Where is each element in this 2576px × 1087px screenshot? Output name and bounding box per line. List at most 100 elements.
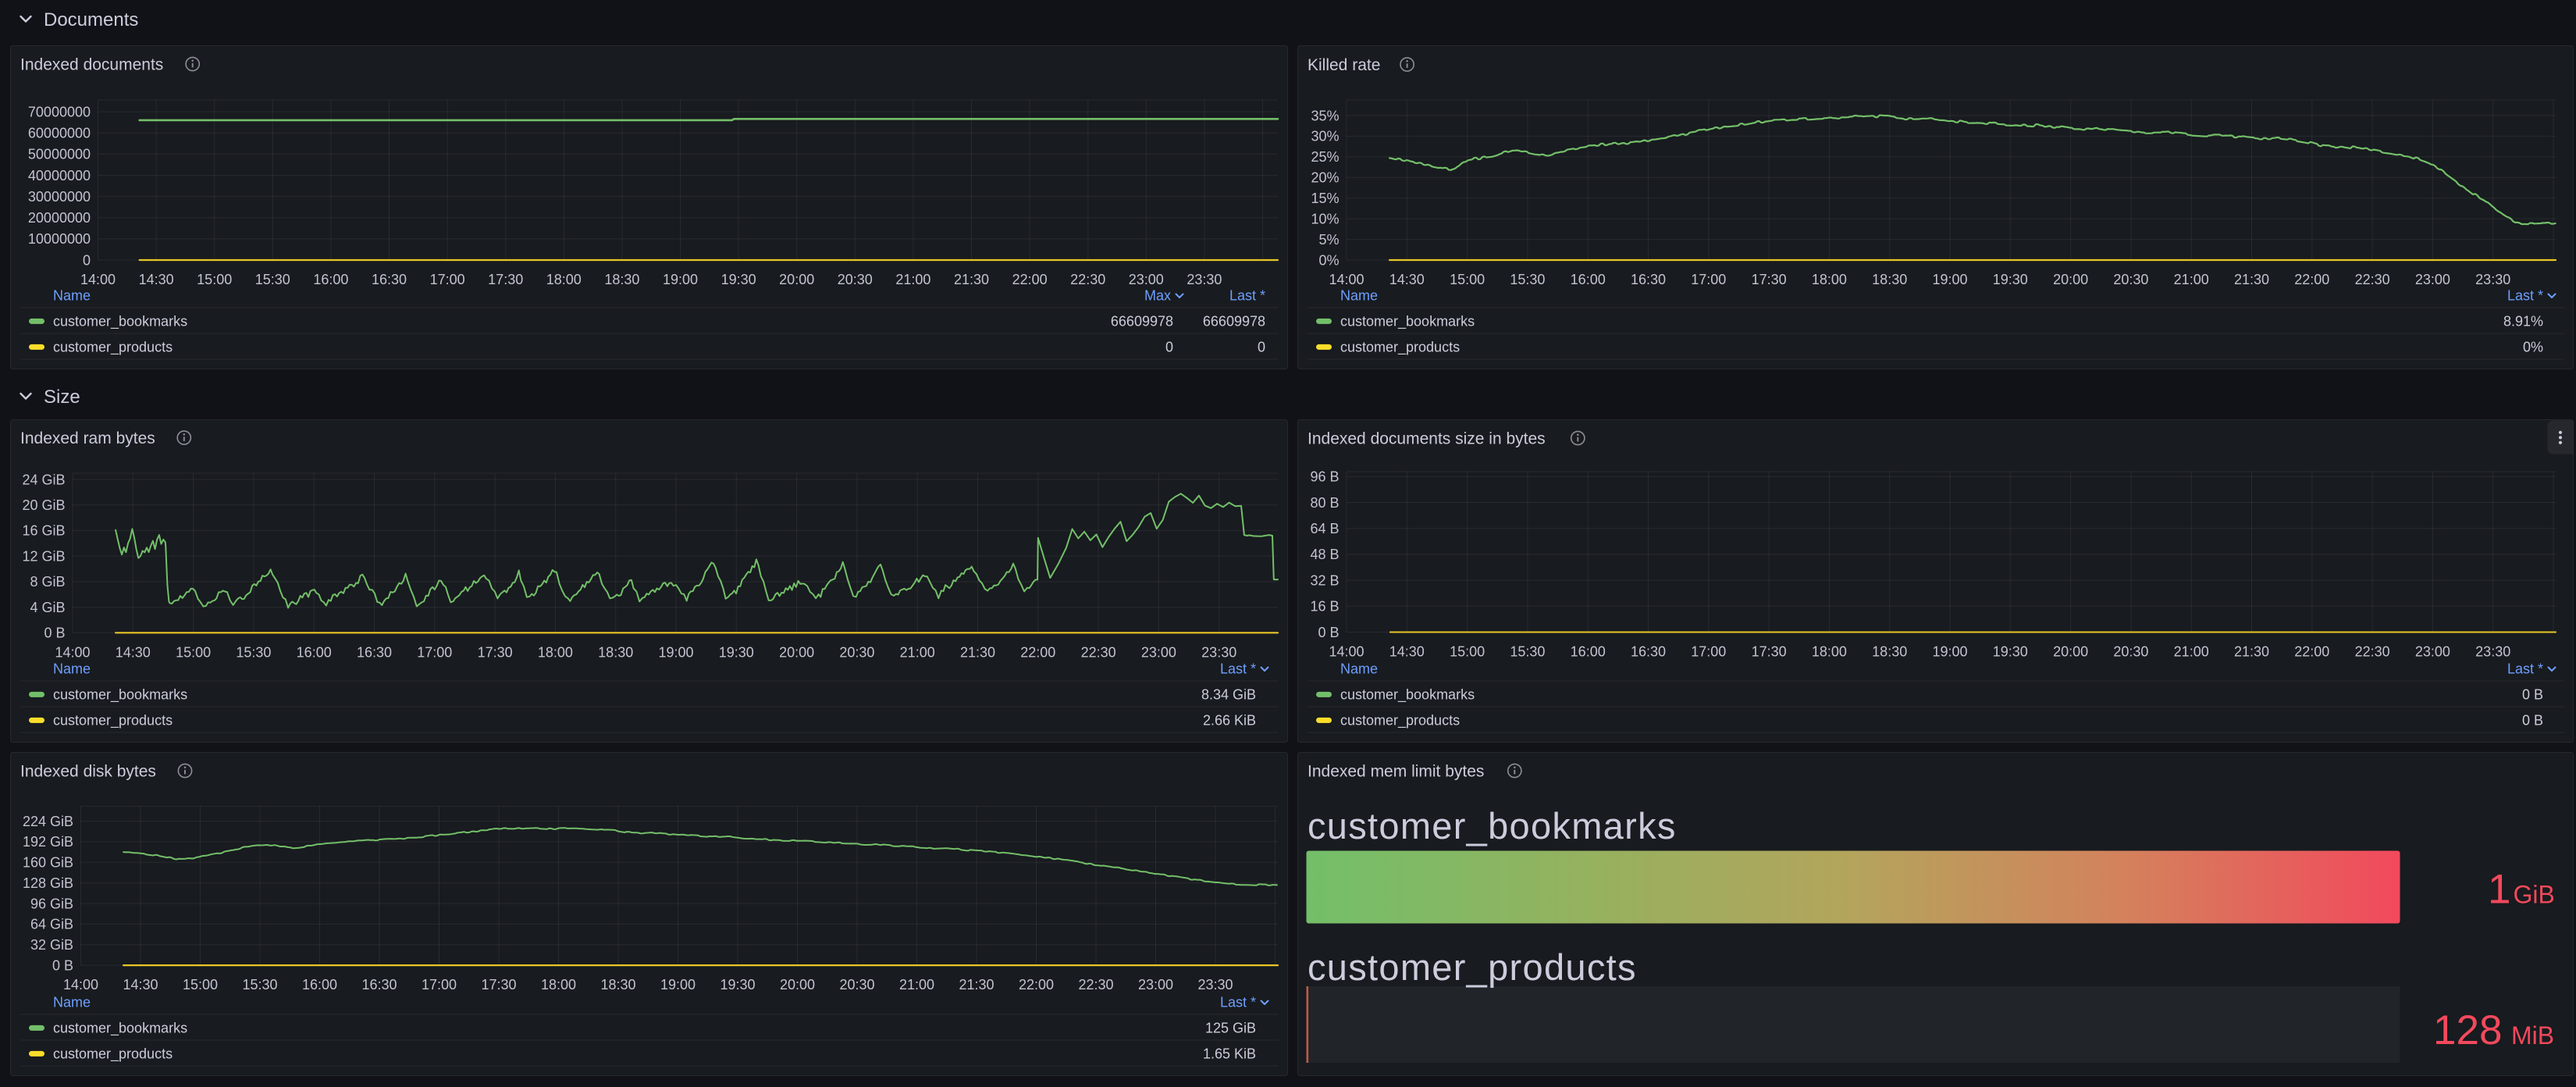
svg-text:70000000: 70000000: [28, 104, 91, 119]
svg-text:0 B: 0 B: [2522, 687, 2543, 703]
svg-text:17:00: 17:00: [1691, 644, 1726, 660]
svg-text:23:30: 23:30: [1187, 272, 1222, 287]
svg-text:23:00: 23:00: [1129, 272, 1164, 287]
svg-text:Last *: Last *: [2507, 288, 2543, 304]
svg-text:Indexed disk bytes: Indexed disk bytes: [20, 763, 156, 781]
svg-text:17:00: 17:00: [430, 272, 465, 287]
svg-text:0: 0: [83, 252, 91, 268]
svg-text:customer_products: customer_products: [53, 1046, 173, 1063]
svg-text:18:30: 18:30: [598, 644, 633, 660]
svg-text:18:00: 18:00: [538, 644, 573, 660]
svg-text:22:00: 22:00: [2294, 644, 2329, 660]
svg-text:Indexed documents: Indexed documents: [20, 56, 163, 74]
svg-text:customer_bookmarks: customer_bookmarks: [53, 687, 187, 704]
svg-text:0 B: 0 B: [1318, 625, 1339, 640]
svg-text:0: 0: [1165, 340, 1173, 355]
svg-text:16:30: 16:30: [361, 977, 397, 993]
svg-text:Size: Size: [44, 387, 80, 408]
svg-text:19:30: 19:30: [720, 977, 755, 993]
svg-text:20 GiB: 20 GiB: [22, 497, 65, 513]
svg-text:21:00: 21:00: [895, 272, 930, 287]
svg-text:15:00: 15:00: [176, 644, 211, 660]
svg-text:Indexed mem limit bytes: Indexed mem limit bytes: [1308, 763, 1484, 781]
svg-text:17:30: 17:30: [1752, 272, 1787, 287]
svg-text:20:30: 20:30: [838, 272, 873, 287]
svg-text:21:00: 21:00: [899, 977, 934, 993]
svg-text:0 B: 0 B: [44, 625, 65, 641]
svg-text:19:00: 19:00: [663, 272, 698, 287]
svg-text:23:00: 23:00: [1141, 644, 1176, 660]
svg-text:Name: Name: [53, 661, 91, 677]
svg-text:22:30: 22:30: [1081, 644, 1116, 660]
svg-text:224 GiB: 224 GiB: [23, 814, 73, 829]
svg-text:22:30: 22:30: [2355, 272, 2390, 287]
svg-text:17:30: 17:30: [478, 644, 513, 660]
svg-text:18:30: 18:30: [1872, 644, 1907, 660]
svg-text:8.34 GiB: 8.34 GiB: [1201, 687, 1256, 703]
svg-text:30000000: 30000000: [28, 189, 91, 205]
svg-text:20000000: 20000000: [28, 210, 91, 226]
svg-text:23:00: 23:00: [2415, 644, 2450, 660]
svg-text:21:30: 21:30: [954, 272, 989, 287]
svg-text:15%: 15%: [1311, 191, 1339, 206]
svg-text:0%: 0%: [1318, 252, 1339, 268]
svg-text:16:00: 16:00: [1571, 644, 1606, 660]
svg-text:60000000: 60000000: [28, 126, 91, 141]
svg-text:15:30: 15:30: [1510, 644, 1545, 660]
svg-text:customer_products: customer_products: [53, 713, 173, 729]
svg-text:1: 1: [2488, 867, 2510, 913]
svg-text:customer_products: customer_products: [1340, 713, 1460, 729]
svg-text:14:30: 14:30: [1389, 644, 1425, 660]
svg-text:20%: 20%: [1311, 170, 1339, 186]
svg-text:16:00: 16:00: [302, 977, 337, 993]
svg-text:Name: Name: [53, 288, 91, 304]
svg-text:15:00: 15:00: [197, 272, 232, 287]
svg-text:15:00: 15:00: [183, 977, 218, 993]
svg-text:1.65 KiB: 1.65 KiB: [1203, 1046, 1256, 1062]
svg-text:22:30: 22:30: [1078, 977, 1113, 993]
svg-text:21:30: 21:30: [960, 644, 995, 660]
svg-text:20:30: 20:30: [839, 644, 874, 660]
svg-text:30%: 30%: [1311, 129, 1339, 144]
svg-text:14:00: 14:00: [1329, 644, 1364, 660]
svg-text:19:30: 19:30: [721, 272, 756, 287]
svg-text:15:30: 15:30: [255, 272, 290, 287]
svg-text:21:30: 21:30: [2234, 644, 2269, 660]
svg-text:0 B: 0 B: [52, 957, 73, 973]
svg-text:customer_bookmarks: customer_bookmarks: [1340, 314, 1475, 330]
svg-text:Name: Name: [1340, 661, 1378, 677]
svg-text:20:00: 20:00: [780, 977, 815, 993]
svg-text:16 B: 16 B: [1310, 599, 1339, 615]
svg-text:customer_products: customer_products: [1308, 946, 1637, 988]
svg-text:10%: 10%: [1311, 211, 1339, 226]
svg-text:20:30: 20:30: [2113, 272, 2148, 287]
svg-text:23:30: 23:30: [1201, 644, 1236, 660]
svg-text:0: 0: [1258, 340, 1265, 355]
svg-text:18:30: 18:30: [1872, 272, 1907, 287]
svg-text:22:30: 22:30: [1070, 272, 1105, 287]
svg-text:16:00: 16:00: [1571, 272, 1606, 287]
svg-text:24 GiB: 24 GiB: [22, 472, 65, 487]
svg-text:18:00: 18:00: [1812, 272, 1847, 287]
svg-text:160 GiB: 160 GiB: [23, 855, 73, 871]
svg-text:96 GiB: 96 GiB: [30, 896, 73, 911]
svg-text:customer_bookmarks: customer_bookmarks: [53, 1021, 187, 1037]
svg-text:21:00: 21:00: [2174, 644, 2209, 660]
svg-text:4 GiB: 4 GiB: [30, 600, 65, 615]
svg-text:21:00: 21:00: [2174, 272, 2209, 287]
svg-text:18:30: 18:30: [600, 977, 635, 993]
svg-text:80 B: 80 B: [1310, 495, 1339, 511]
svg-text:15:30: 15:30: [1510, 272, 1545, 287]
svg-text:15:00: 15:00: [1450, 272, 1485, 287]
svg-text:16:30: 16:30: [1631, 272, 1666, 287]
svg-text:18:00: 18:00: [1812, 644, 1847, 660]
svg-text:16:30: 16:30: [1631, 644, 1666, 660]
svg-text:23:00: 23:00: [1138, 977, 1173, 993]
svg-text:20:30: 20:30: [2113, 644, 2148, 660]
svg-text:16:30: 16:30: [357, 644, 392, 660]
svg-text:192 GiB: 192 GiB: [23, 834, 73, 850]
svg-text:17:00: 17:00: [417, 644, 452, 660]
svg-text:17:30: 17:30: [488, 272, 523, 287]
svg-text:40000000: 40000000: [28, 168, 91, 184]
svg-text:2.66 KiB: 2.66 KiB: [1203, 713, 1256, 729]
